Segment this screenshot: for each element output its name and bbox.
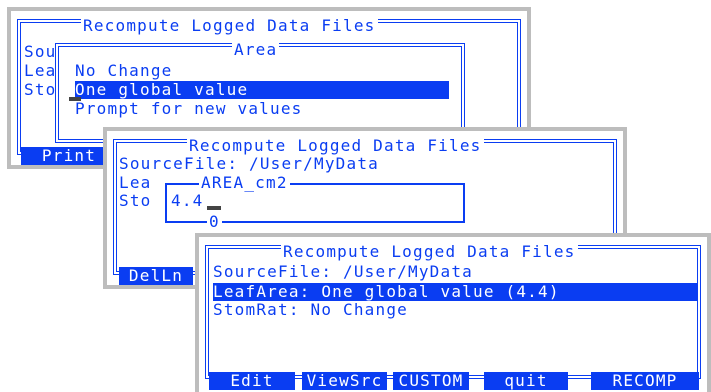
area-popup-title: Area bbox=[232, 40, 280, 59]
area-input-field[interactable]: 4.4 bbox=[171, 192, 204, 210]
label-stom: Sto bbox=[24, 80, 57, 99]
fkey-quit[interactable]: quit bbox=[484, 372, 568, 390]
fkey-delln[interactable]: DelLn bbox=[119, 267, 193, 285]
text-cursor bbox=[207, 206, 221, 210]
text-cursor bbox=[69, 97, 81, 101]
source-file-line: SourceFile: /User/MyData bbox=[213, 262, 473, 281]
window-recompute-summary-screen: Recompute Logged Data Files SourceFile: … bbox=[199, 237, 707, 392]
window-title: Recompute Logged Data Files bbox=[281, 242, 578, 261]
fkey-custom[interactable]: CUSTOM bbox=[393, 372, 469, 390]
label-leaf: Lea bbox=[119, 173, 152, 192]
source-file-line: SourceFile: /User/MyData bbox=[119, 154, 379, 173]
stomrat-line[interactable]: StomRat: No Change bbox=[213, 301, 408, 319]
option-one-global-value[interactable]: One global value bbox=[75, 81, 449, 99]
label-source: Sou bbox=[24, 42, 57, 61]
option-prompt-new-values[interactable]: Prompt for new values bbox=[75, 100, 303, 118]
label-stom: Sto bbox=[119, 191, 152, 210]
fkey-edit[interactable]: Edit bbox=[209, 372, 295, 390]
label-leaf: Lea bbox=[24, 61, 57, 80]
window-title: Recompute Logged Data Files bbox=[187, 136, 484, 155]
window-recompute-summary: Recompute Logged Data Files SourceFile: … bbox=[195, 233, 711, 392]
fkey-viewsrc[interactable]: ViewSrc bbox=[302, 372, 387, 390]
area-input-bottom: 0 bbox=[207, 212, 222, 231]
leafarea-line[interactable]: LeafArea: One global value (4.4) bbox=[213, 283, 697, 301]
window-title: Recompute Logged Data Files bbox=[81, 16, 378, 35]
fkey-recomp[interactable]: RECOMP bbox=[591, 372, 699, 390]
area-input-title: AREA_cm2 bbox=[199, 173, 290, 192]
option-no-change[interactable]: No Change bbox=[75, 62, 173, 80]
